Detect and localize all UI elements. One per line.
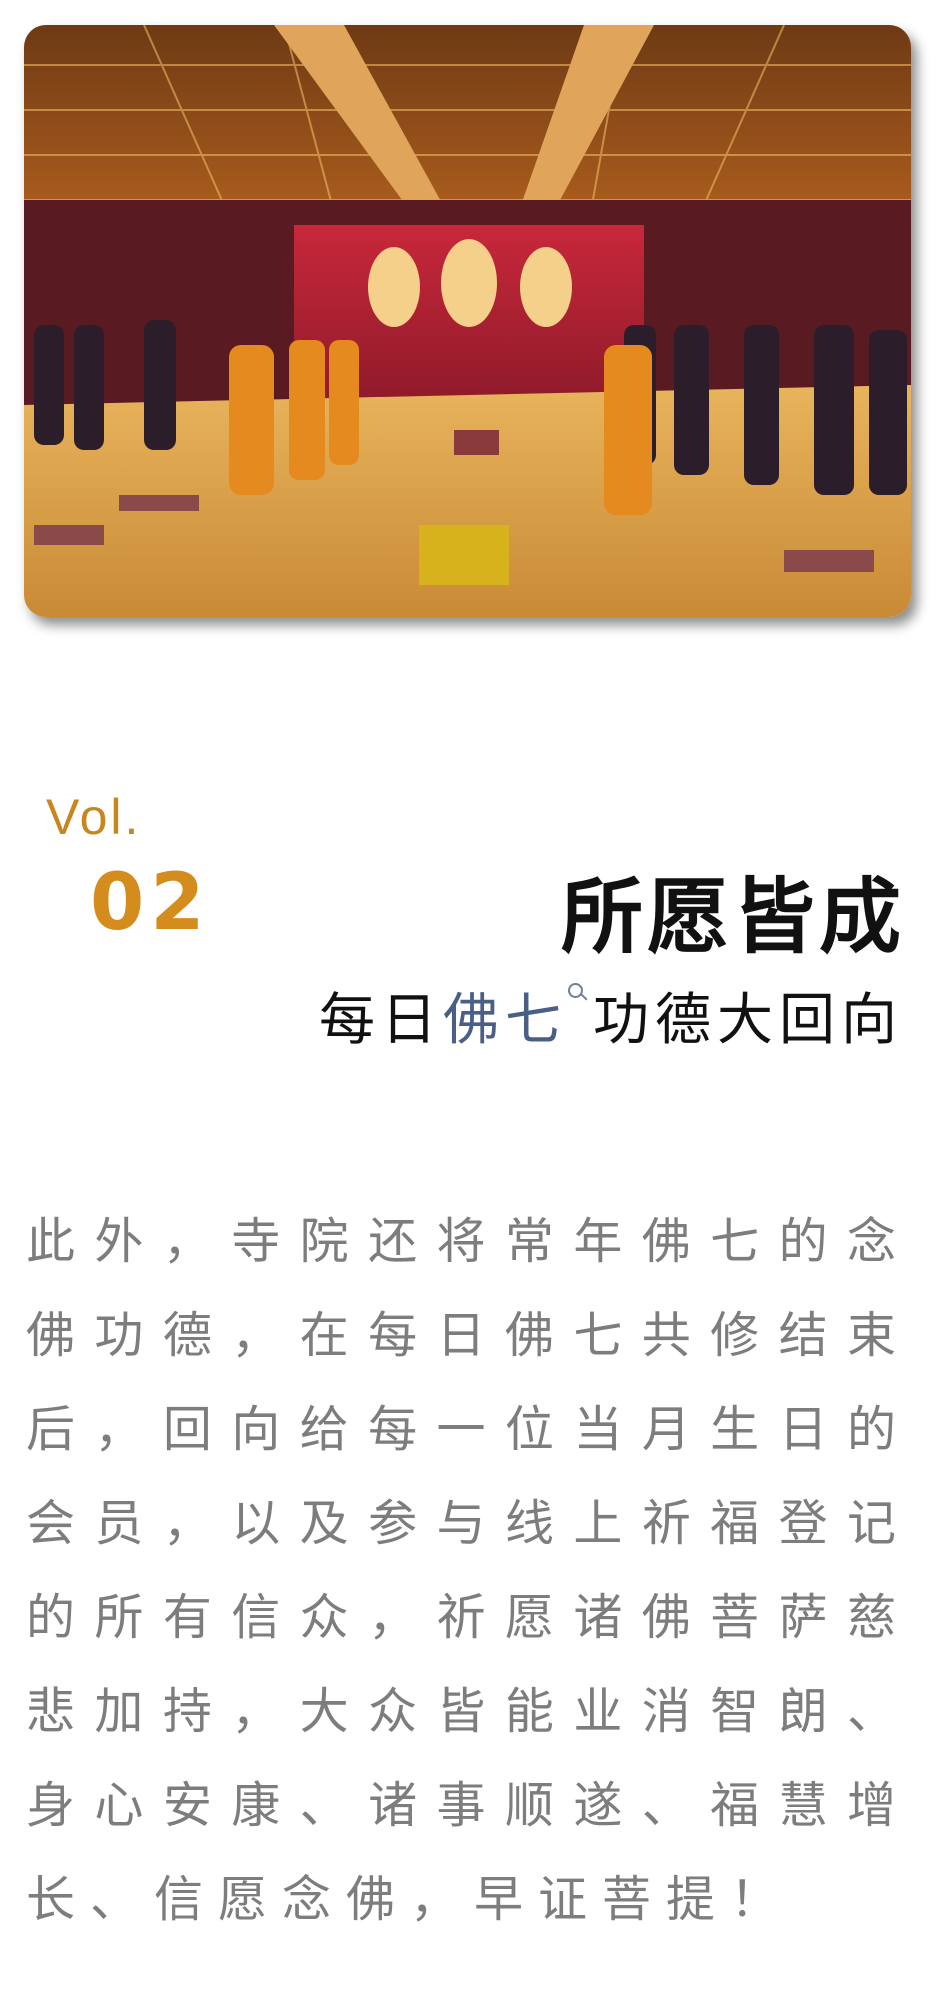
article-paragraph: 此外，寺院还将常年佛七的念佛功德，在每日佛七共修结束后，回向给每一位当月生日的会… (26, 1213, 911, 1928)
vol-label: Vol. (46, 789, 142, 845)
temple-hall-photo (24, 25, 911, 617)
section-title: 所愿皆成 (560, 870, 905, 965)
subtitle-suffix: 功德大回向 (593, 988, 903, 1053)
vol-number: 02 (90, 858, 211, 948)
temple-hall-illustration (24, 25, 911, 617)
keyword-search-link[interactable]: 佛七 (443, 988, 567, 1053)
search-icon[interactable] (567, 975, 593, 1011)
subtitle-prefix: 每日 (319, 988, 443, 1053)
section-subtitle: 每日佛七 功德大回向 (319, 975, 903, 1056)
